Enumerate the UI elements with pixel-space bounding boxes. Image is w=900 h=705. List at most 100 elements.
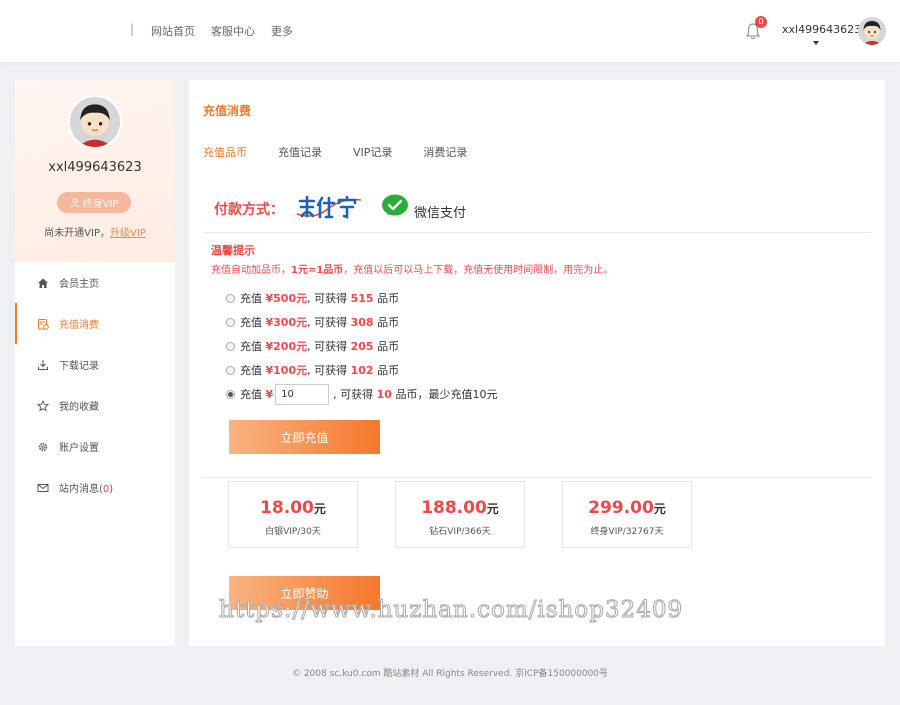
- option-unit: 品币，最少充值10元: [395, 388, 498, 401]
- notice-prefix: 充值自动加品币，: [211, 265, 291, 276]
- tab-bar: 充值品币 充值记录 VIP记录 消费记录: [203, 144, 498, 160]
- option-amount: ¥500元: [265, 292, 308, 305]
- option-unit: 品币: [377, 292, 400, 305]
- sidebar-item-downloads[interactable]: 下载记录: [15, 344, 175, 385]
- option-coins: 10: [376, 387, 392, 401]
- profile-username: xxl499643623: [48, 160, 142, 175]
- upgrade-vip-link[interactable]: 升级VIP: [110, 228, 146, 239]
- wechat-pay-icon[interactable]: [381, 194, 409, 218]
- divider: [203, 232, 871, 233]
- option-prefix: 充值: [240, 316, 262, 329]
- recharge-icon: [38, 318, 49, 330]
- plan-label: 钻石VIP/366天: [429, 527, 491, 537]
- option-currency: ¥: [265, 387, 274, 401]
- tab-recharge-records[interactable]: 充值记录: [278, 144, 322, 160]
- option-coins: 205: [350, 339, 374, 353]
- vip-plan-silver[interactable]: 18.00元 白银VIP/30天: [228, 481, 358, 548]
- nav-home-link[interactable]: 网站首页: [151, 23, 195, 39]
- recharge-option-200[interactable]: 充值 ¥200元, 可获得 205 品币: [226, 334, 497, 358]
- wechat-pay-label[interactable]: 微信支付: [414, 202, 466, 221]
- tab-consume-records[interactable]: 消费记录: [423, 144, 467, 160]
- vip-status-button[interactable]: 终身VIP: [57, 192, 131, 213]
- recharge-option-500[interactable]: 充值 ¥500元, 可获得 515 品币: [226, 286, 497, 310]
- radio-button[interactable]: [226, 341, 235, 351]
- sidebar-item-settings[interactable]: 账户设置: [15, 426, 175, 467]
- option-amount: ¥200元: [265, 340, 308, 353]
- header-username[interactable]: xxl499643623: [782, 23, 861, 36]
- star-icon: [37, 399, 49, 411]
- option-coins: 515: [350, 291, 374, 305]
- sidebar-item-label: 我的收藏: [59, 402, 99, 413]
- sidebar-item-messages[interactable]: 站内消息(0): [15, 467, 175, 508]
- recharge-option-100[interactable]: 充值 ¥100元, 可获得 102 品币: [226, 358, 497, 382]
- plan-price: 188.00元: [396, 498, 524, 518]
- option-amount: ¥300元: [265, 316, 308, 329]
- recharge-now-button[interactable]: 立即充值: [229, 420, 380, 454]
- sidebar-item-home[interactable]: 会员主页: [15, 262, 175, 303]
- divider: [203, 477, 871, 478]
- notice-title: 温馨提示: [211, 244, 255, 257]
- messages-label-close: ): [109, 484, 114, 495]
- sidebar: xxl499643623 终身VIP 尚未开通VIP，升级VIP 会员主页 充值…: [15, 80, 175, 646]
- radio-button[interactable]: [226, 365, 235, 375]
- plan-price: 299.00元: [563, 498, 691, 518]
- nav-separator: |: [130, 22, 135, 36]
- radio-button-selected[interactable]: [226, 389, 235, 399]
- profile-card: xxl499643623 终身VIP 尚未开通VIP，升级VIP: [15, 80, 175, 262]
- sidebar-item-label: 账户设置: [59, 443, 99, 454]
- messages-label: 站内消息(: [59, 484, 103, 495]
- vip-tip-text: 尚未开通VIP，: [44, 228, 110, 239]
- plan-price-value: 18.00: [260, 498, 314, 518]
- vip-button-label: 终身VIP: [82, 199, 119, 210]
- footer-copyright: © 2008 sc.ku0.com 酷站素材 All Rights Reserv…: [291, 669, 609, 679]
- custom-amount-input[interactable]: [275, 383, 330, 405]
- option-mid: , 可获得: [333, 388, 374, 401]
- notice-rate: 1元=1品币: [291, 265, 344, 276]
- radio-button[interactable]: [226, 293, 235, 303]
- vip-plan-lifetime[interactable]: 299.00元 终身VIP/32767天: [562, 481, 692, 548]
- notification-badge: 0: [755, 16, 767, 28]
- plan-label: 终身VIP/32767天: [590, 527, 664, 537]
- recharge-option-custom[interactable]: 充值 ¥ , 可获得 10 品币，最少充值10元: [226, 382, 497, 406]
- gear-icon: [38, 442, 48, 451]
- user-icon: [70, 197, 79, 208]
- option-coins: 308: [350, 315, 374, 329]
- plan-price-unit: 元: [486, 502, 499, 516]
- sidebar-item-favorites[interactable]: 我的收藏: [15, 385, 175, 426]
- sidebar-item-recharge[interactable]: 充值消费: [15, 303, 175, 344]
- mail-icon: [37, 483, 49, 492]
- option-prefix: 充值: [240, 364, 262, 377]
- vip-plan-diamond[interactable]: 188.00元 钻石VIP/366天: [395, 481, 525, 548]
- tab-vip-records[interactable]: VIP记录: [353, 144, 392, 160]
- nav-service-link[interactable]: 客服中心: [211, 23, 255, 39]
- plan-price-unit: 元: [653, 502, 666, 516]
- watermark: https://www.huzhan.com/ishop32409: [218, 597, 684, 624]
- top-bar: | 网站首页 客服中心 更多 0 xxl499643623: [0, 0, 900, 62]
- option-unit: 品币: [377, 316, 400, 329]
- tab-recharge-coins[interactable]: 充值品币: [203, 144, 247, 160]
- plan-price-unit: 元: [313, 502, 326, 516]
- sidebar-item-label: 充值消费: [59, 320, 99, 331]
- avatar-cartoon-icon: [70, 97, 120, 147]
- option-mid: , 可获得: [307, 316, 348, 329]
- header-avatar[interactable]: [858, 17, 886, 45]
- sidebar-item-label: 站内消息(0): [59, 480, 113, 495]
- option-unit: 品币: [377, 340, 400, 353]
- option-prefix: 充值: [240, 388, 262, 401]
- radio-button[interactable]: [226, 317, 235, 327]
- download-icon: [38, 359, 48, 370]
- plan-price-value: 188.00: [421, 498, 487, 518]
- plan-price-value: 299.00: [588, 498, 654, 518]
- notice-suffix: ，充值以后可以马上下载，充值无使用时间限制，用完为止。: [343, 265, 614, 276]
- profile-avatar[interactable]: [68, 95, 122, 149]
- option-coins: 102: [350, 363, 374, 377]
- page-title: 充值消费: [203, 104, 252, 118]
- top-nav: 网站首页 客服中心 更多: [151, 23, 293, 39]
- nav-more-link[interactable]: 更多: [271, 23, 293, 39]
- main-panel: 充值消费 充值品币 充值记录 VIP记录 消费记录 付款方式： 微信支付 温馨提…: [189, 80, 885, 646]
- option-amount: ¥100元: [265, 364, 308, 377]
- alipay-logo-icon[interactable]: [295, 194, 363, 222]
- recharge-option-300[interactable]: 充值 ¥300元, 可获得 308 品币: [226, 310, 497, 334]
- chevron-down-icon[interactable]: [813, 41, 819, 45]
- sidebar-item-label: 会员主页: [59, 279, 99, 290]
